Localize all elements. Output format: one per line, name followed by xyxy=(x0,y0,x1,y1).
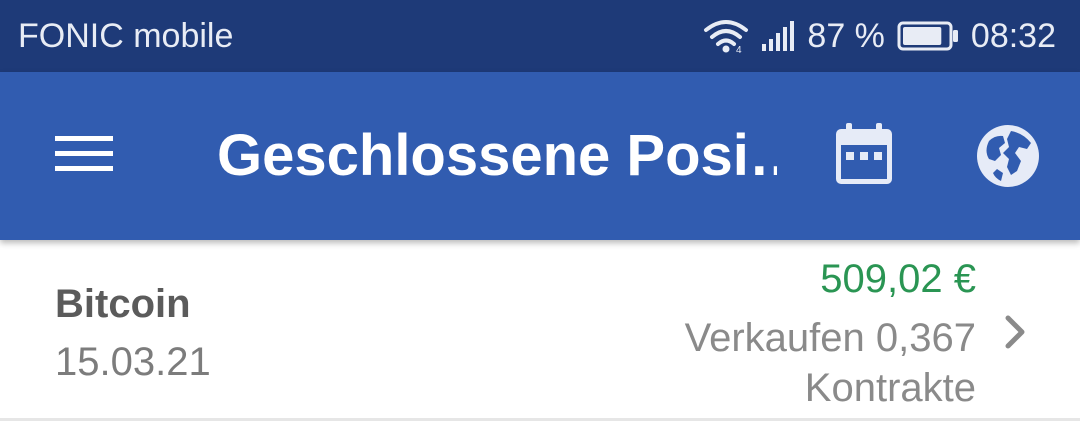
clock: 08:32 xyxy=(970,16,1056,55)
position-name: Bitcoin xyxy=(55,282,191,326)
status-bar: FONIC mobile 4 87 % 08:32 xyxy=(0,0,1080,72)
app-bar: Geschlossene Posi… xyxy=(0,72,1080,240)
list-item[interactable]: Bitcoin 15.03.21 509,02 € Verkaufen 0,36… xyxy=(0,240,1080,421)
menu-icon xyxy=(55,134,113,179)
signal-icon xyxy=(761,20,795,52)
globe-icon xyxy=(975,123,1041,194)
wifi-icon: 4 xyxy=(703,18,749,54)
battery-percent: 87 % xyxy=(807,16,885,55)
battery-icon xyxy=(897,21,959,51)
position-date: 15.03.21 xyxy=(55,340,211,384)
globe-button[interactable] xyxy=(970,120,1046,196)
closed-positions-list: Bitcoin 15.03.21 509,02 € Verkaufen 0,36… xyxy=(0,240,1080,426)
page-title: Geschlossene Posi… xyxy=(217,123,777,188)
calendar-button[interactable] xyxy=(826,116,902,196)
position-profit: 509,02 € xyxy=(820,257,976,301)
status-indicators: 4 87 % 08:32 xyxy=(703,17,1056,56)
svg-text:4: 4 xyxy=(736,45,742,54)
position-detail: Verkaufen 0,367 Kontrakte xyxy=(684,316,976,410)
calendar-icon xyxy=(835,122,893,190)
menu-button[interactable] xyxy=(42,118,126,194)
chevron-right-icon xyxy=(998,312,1034,352)
carrier-name: FONIC mobile xyxy=(18,16,234,55)
